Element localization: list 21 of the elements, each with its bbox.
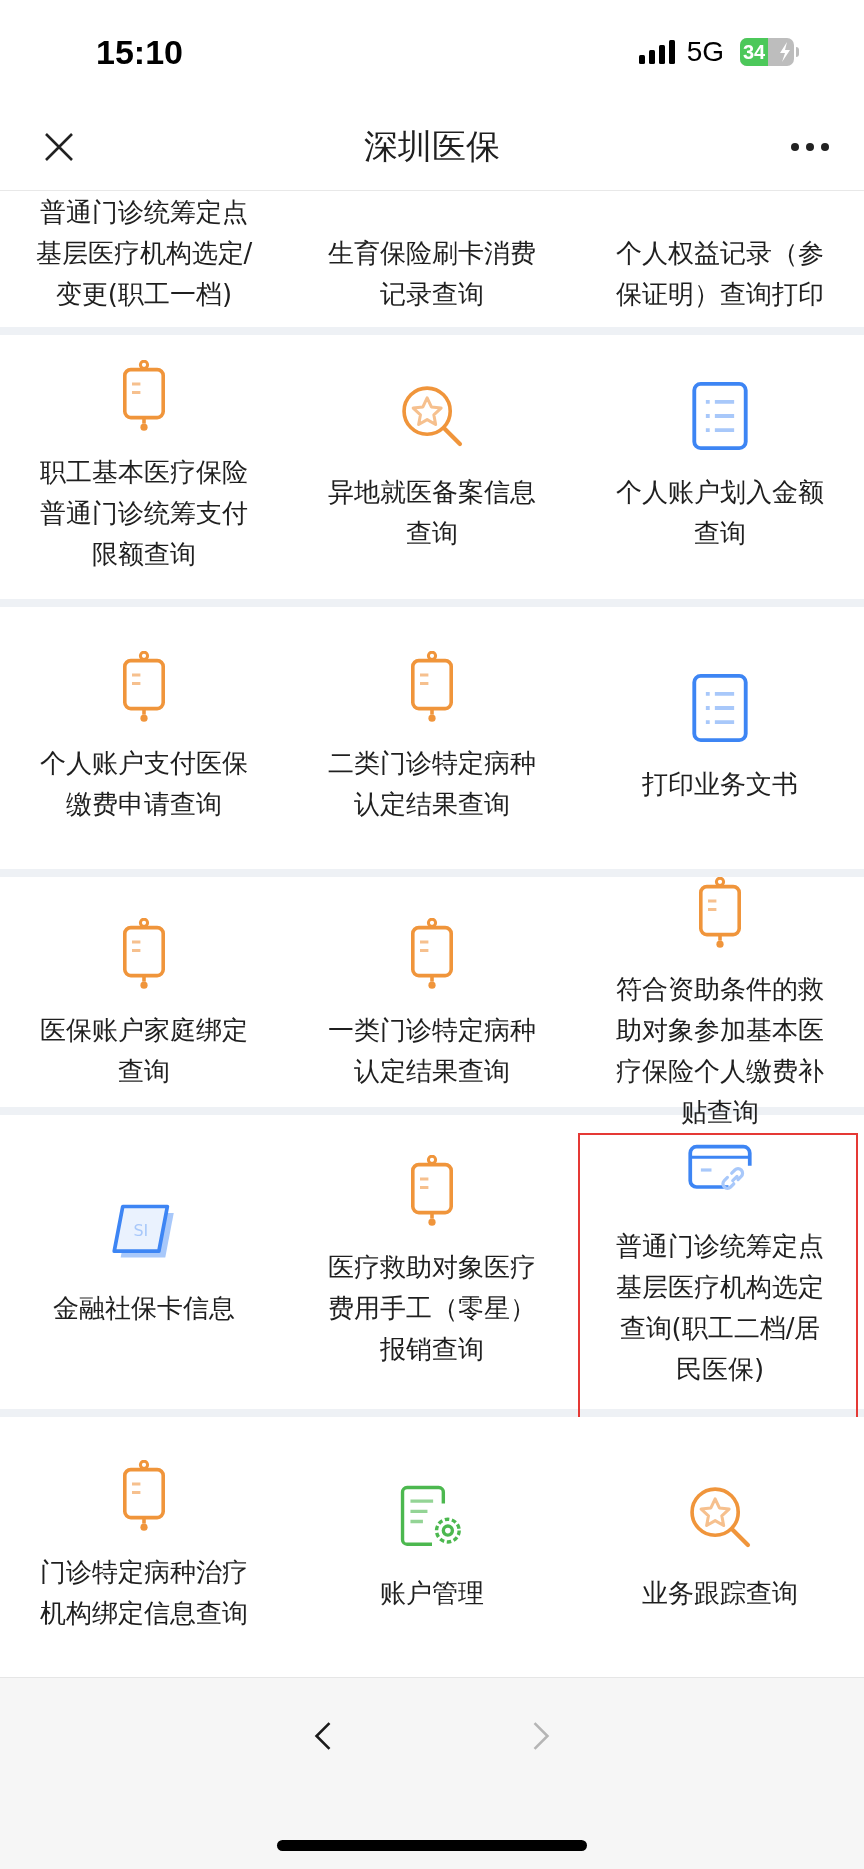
- service-item[interactable]: 普通门诊统筹定点基层医疗机构选定/变更(职工一档): [0, 191, 288, 327]
- service-item[interactable]: 打印业务文书: [576, 607, 864, 869]
- battery-percentage: 34: [743, 40, 766, 65]
- close-icon: [44, 132, 74, 162]
- service-item[interactable]: 符合资助条件的救助对象参加基本医疗保险个人缴费补贴查询: [576, 877, 864, 1133]
- service-item[interactable]: 个人账户划入金额查询: [576, 335, 864, 599]
- service-item[interactable]: 门诊特定病种治疗机构绑定信息查询: [0, 1417, 288, 1677]
- more-icon: [790, 142, 830, 152]
- signal-icon: [638, 40, 675, 64]
- service-item[interactable]: 个人权益记录（参保证明）查询打印: [576, 191, 864, 327]
- page-title: 深圳医保: [364, 125, 500, 168]
- battery-icon: [740, 38, 800, 66]
- network-label: 5G: [686, 36, 724, 68]
- service-item[interactable]: 账户管理: [288, 1417, 576, 1677]
- service-item[interactable]: 二类门诊特定病种认定结果查询: [288, 607, 576, 869]
- service-item[interactable]: 个人账户支付医保缴费申请查询: [0, 607, 288, 869]
- service-item[interactable]: 职工基本医疗保险普通门诊统筹支付限额查询: [0, 335, 288, 599]
- clock-time: 15:10: [96, 32, 183, 72]
- service-item[interactable]: 异地就医备案信息查询: [288, 335, 576, 599]
- service-item[interactable]: 生育保险刷卡消费记录查询: [288, 191, 576, 327]
- service-item[interactable]: 业务跟踪查询: [576, 1417, 864, 1677]
